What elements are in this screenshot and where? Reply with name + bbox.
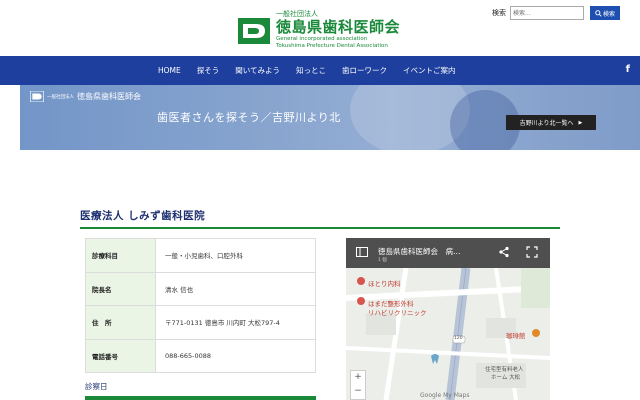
nav-item-home[interactable]: HOME [150, 66, 189, 75]
map-label-clinic1: ほとり内科 [368, 280, 401, 288]
zoom-in-button[interactable]: + [351, 372, 365, 382]
hero-title: 歯医者さんを探そう／吉野川より北 [157, 111, 341, 124]
logo-en-line2: Tokushima Prefecture Dental Association [276, 43, 388, 49]
hero-logo-main: 徳島県歯科医師会 [77, 92, 141, 101]
row-label: 診療科目 [85, 238, 156, 273]
share-icon[interactable] [498, 246, 510, 258]
map-label-home1: 住宅型有料老人 [485, 367, 524, 373]
hours-label: 診察日 [85, 382, 108, 391]
map-header: 徳島県歯科医師会 病… 1 個 [346, 238, 550, 268]
map-route-number: 120 [454, 336, 463, 341]
search-area: 検索 検索 [492, 6, 620, 20]
nav-item-know[interactable]: 知っとこ [288, 65, 334, 76]
table-row: 電話番号 088-665-0088 [85, 338, 316, 373]
embedded-map[interactable]: 徳島県歯科医師会 病… 1 個 ほとり内科 はまだ整形外科 リハビリクリニック … [346, 238, 550, 400]
arrow-right-icon: ▶ [578, 119, 583, 126]
site-logo[interactable]: 一般社団法人 徳島県歯科医師会 General incorporated ass… [238, 10, 400, 50]
search-icon [595, 9, 602, 17]
clinic-info-table: 診療科目 一般・小児歯科、口腔外科 院長名 清水 信也 住 所 〒771-013… [85, 238, 316, 373]
row-label: 院長名 [85, 271, 156, 306]
table-row: 診療科目 一般・小児歯科、口腔外科 [85, 238, 316, 273]
row-label: 住 所 [85, 305, 156, 340]
map-sidebar-icon[interactable] [356, 247, 368, 257]
search-button-label: 検索 [602, 10, 615, 18]
search-input[interactable] [510, 6, 584, 20]
north-list-button-label: 吉野川より北一覧へ [519, 120, 574, 127]
map-subtitle: 1 個 [378, 258, 387, 263]
main-nav: HOME 探そう 聞いてみよう 知っとこ 歯ローワーク イベントご案内 f [0, 56, 640, 85]
nav-item-events[interactable]: イベントご案内 [395, 65, 464, 76]
logo-mark-icon [30, 91, 44, 102]
map-label-home2: ホーム 大松 [491, 375, 521, 381]
site-header: 一般社団法人 徳島県歯科医師会 General incorporated ass… [0, 0, 640, 56]
hero-logo-small: 一般社団法人 [47, 94, 74, 100]
logo-main-text: 徳島県歯科医師会 [276, 18, 401, 36]
row-value[interactable]: 088-665-0088 [155, 338, 316, 373]
hours-header-bar [85, 396, 316, 400]
nav-item-jobs[interactable]: 歯ローワーク [334, 65, 395, 76]
clinic-name: 医療法人 しみず歯科医院 [80, 210, 206, 222]
map-footer: Google My Maps [420, 392, 470, 399]
row-value: 〒771-0131 徳島市 川内町 大松797-4 [155, 305, 316, 340]
fullscreen-icon[interactable] [526, 246, 538, 258]
search-button[interactable]: 検索 [590, 6, 620, 20]
hero-banner: 一般社団法人 徳島県歯科医師会 歯医者さんを探そう／吉野川より北 吉野川より北一… [20, 85, 640, 150]
table-row: 院長名 清水 信也 [85, 271, 316, 306]
logo-small-text: 一般社団法人 [276, 10, 318, 18]
row-label: 電話番号 [85, 338, 156, 373]
nav-item-search[interactable]: 探そう [189, 65, 228, 76]
north-list-button[interactable]: 吉野川より北一覧へ ▶ [506, 115, 596, 130]
search-label: 検索 [492, 9, 506, 17]
table-row: 住 所 〒771-0131 徳島市 川内町 大松797-4 [85, 305, 316, 340]
nav-item-ask[interactable]: 聞いてみよう [227, 65, 288, 76]
title-divider [80, 227, 560, 229]
map-title: 徳島県歯科医師会 病… [378, 247, 461, 256]
logo-en-line1: General incorporated association [276, 36, 368, 42]
map-zoom-control: + − [350, 370, 366, 400]
map-label-cafe: 珈琲館 [506, 332, 526, 340]
logo-mark-icon [238, 18, 270, 44]
facebook-icon[interactable]: f [626, 64, 630, 75]
row-value: 清水 信也 [155, 271, 316, 306]
map-label-clinic3: リハビリクリニック [368, 309, 427, 317]
hero-logo: 一般社団法人 徳島県歯科医師会 [30, 91, 141, 102]
zoom-out-button[interactable]: − [351, 386, 365, 396]
row-value: 一般・小児歯科、口腔外科 [155, 238, 316, 273]
